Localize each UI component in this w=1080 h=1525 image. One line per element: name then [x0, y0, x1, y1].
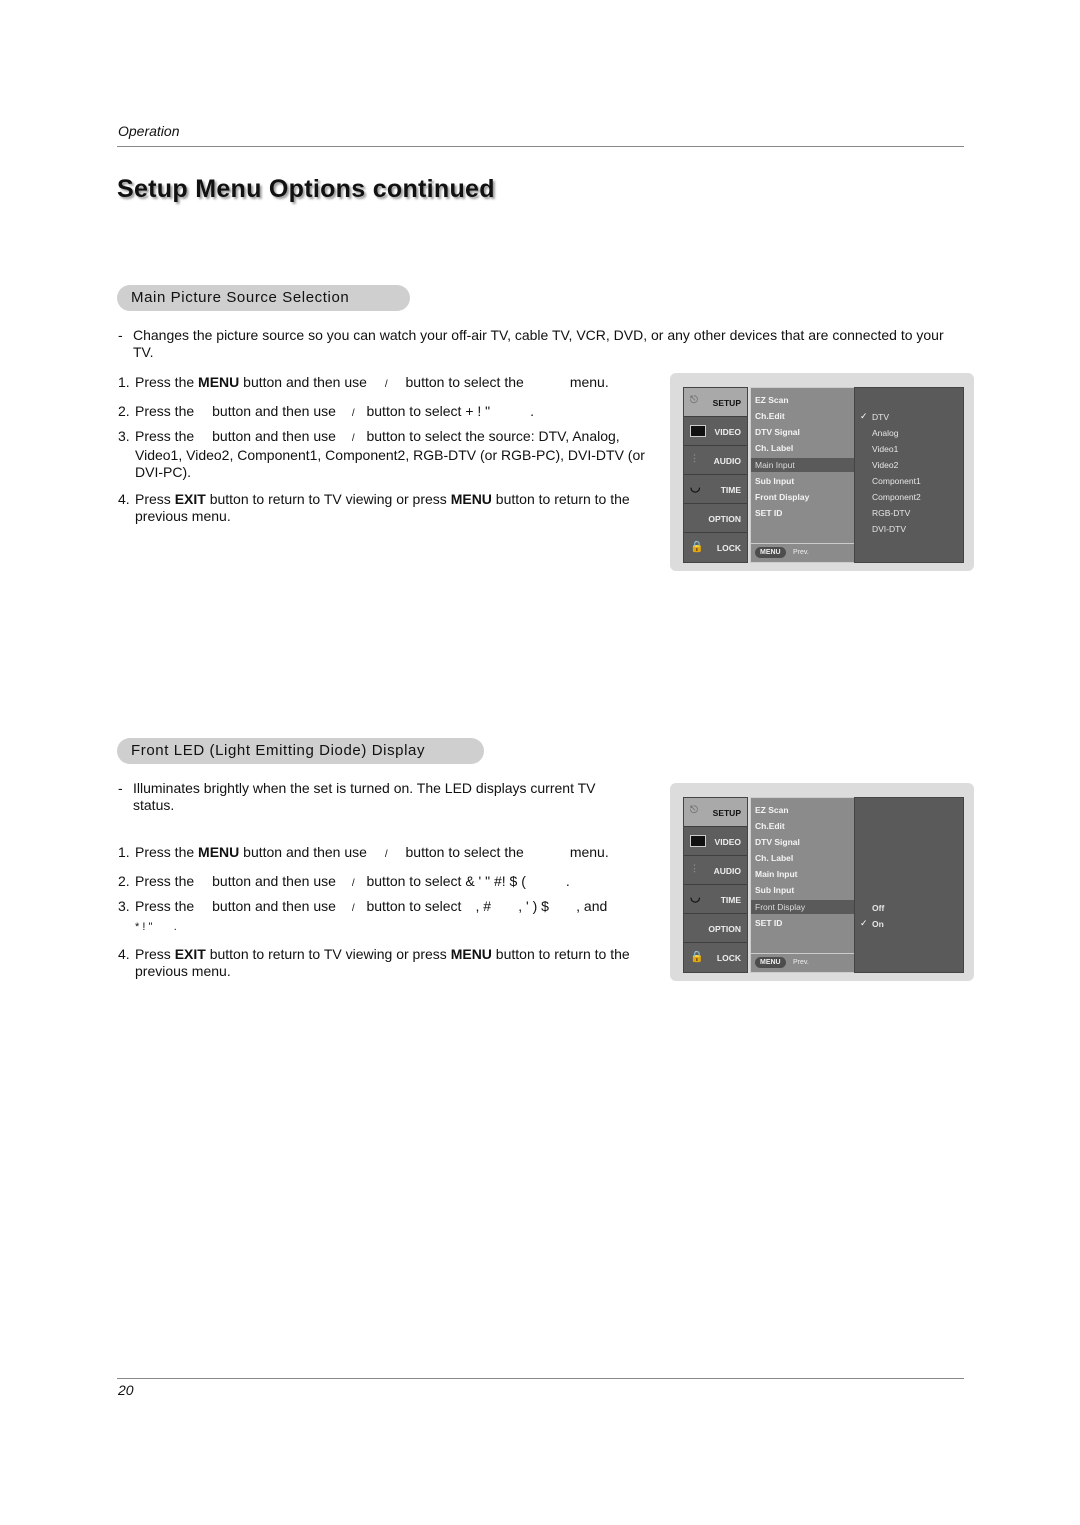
osd-item-sub-input[interactable]: Sub Input	[755, 885, 794, 895]
prev-label: Prev.	[793, 549, 809, 556]
checkmark-icon: ✓	[860, 411, 868, 421]
osd-option-analog[interactable]: Analog	[872, 428, 898, 438]
osd-item-front-display[interactable]: Front Display	[755, 492, 809, 502]
step-3: 3. Press the button and then use / button…	[118, 428, 645, 480]
step-4: 4. Press EXIT button to return to TV vie…	[118, 491, 630, 524]
osd-menu-list: EZ Scan Ch.Edit DTV Signal Ch. Label Mai…	[750, 797, 859, 973]
osd-options-panel: Off ✓ On	[854, 797, 964, 973]
osd-tab-lock[interactable]: 🔒 LOCK	[684, 943, 747, 971]
osd-item-ch-edit[interactable]: Ch.Edit	[755, 411, 785, 421]
running-head: Operation	[118, 123, 180, 139]
osd-tab-audio[interactable]: ⋮ AUDIO	[684, 856, 747, 885]
osd-item-sub-input[interactable]: Sub Input	[755, 476, 794, 486]
padlock-icon: 🔒	[690, 541, 704, 553]
osd-menu-front-display: ⎋ SETUP VIDEO ⋮ AUDIO ◡ TIME OPTION 🔒 LOCK E…	[670, 783, 974, 981]
menu-button[interactable]: MENU	[755, 957, 786, 968]
osd-option-video1[interactable]: Video1	[872, 444, 898, 454]
osd-tab-lock[interactable]: 🔒 LOCK	[684, 533, 747, 561]
osd-menu-main-input: ⎋ SETUP VIDEO ⋮ AUDIO ◡ TIME OPTION 🔒 LOCK E…	[670, 373, 974, 571]
step-3: 3. Press the button and then use / button…	[118, 898, 608, 933]
tv-screen-icon	[690, 425, 706, 437]
padlock-icon: 🔒	[690, 951, 704, 963]
antenna-icon: ⎋	[690, 395, 698, 406]
menu-button[interactable]: MENU	[755, 547, 786, 558]
osd-tab-audio[interactable]: ⋮ AUDIO	[684, 446, 747, 475]
osd-item-dtv-signal[interactable]: DTV Signal	[755, 837, 800, 847]
osd-item-ch-label[interactable]: Ch. Label	[755, 443, 793, 453]
osd-prev-bar: MENU Prev.	[750, 543, 856, 563]
prev-label: Prev.	[793, 959, 809, 966]
section-heading-front-led-display: Front LED (Light Emitting Diode) Display	[117, 738, 484, 764]
osd-item-dtv-signal[interactable]: DTV Signal	[755, 427, 800, 437]
osd-prev-bar: MENU Prev.	[750, 953, 856, 973]
clock-icon: ◡	[690, 480, 701, 494]
step-1: 1. Press the MENU button and then use / …	[118, 844, 609, 860]
osd-item-ch-edit[interactable]: Ch.Edit	[755, 821, 785, 831]
osd-option-component1[interactable]: Component1	[872, 476, 921, 486]
step-2: 2. Press the button and then use / button…	[118, 873, 570, 889]
step-2: 2. Press the button and then use / button…	[118, 403, 535, 419]
osd-option-component2[interactable]: Component2	[872, 492, 921, 502]
tv-screen-icon	[690, 835, 706, 847]
osd-tab-option[interactable]: OPTION	[684, 504, 747, 533]
osd-tab-video[interactable]: VIDEO	[684, 417, 747, 446]
bullet-dash: -	[118, 780, 123, 796]
osd-options-panel: ✓ DTV Analog Video1 Video2 Component1 Co…	[854, 387, 964, 563]
steps-list: 1. Press the MENU button and then use / …	[118, 844, 650, 990]
osd-item-main-input[interactable]: Main Input	[755, 869, 798, 879]
bullet-dash: -	[118, 327, 123, 343]
osd-menu-list: EZ Scan Ch.Edit DTV Signal Ch. Label Mai…	[750, 387, 859, 563]
osd-tab-time[interactable]: ◡ TIME	[684, 885, 747, 914]
osd-item-set-id[interactable]: SET ID	[755, 508, 782, 518]
osd-item-ez-scan[interactable]: EZ Scan	[755, 805, 789, 815]
header-rule	[117, 146, 964, 147]
osd-tab-column: ⎋ SETUP VIDEO ⋮ AUDIO ◡ TIME OPTION 🔒 LOCK	[683, 797, 748, 973]
osd-option-on[interactable]: On	[872, 919, 884, 929]
footer-rule	[117, 1378, 964, 1379]
osd-option-dtv[interactable]: DTV	[872, 412, 889, 422]
clock-icon: ◡	[690, 890, 701, 904]
osd-tab-setup[interactable]: ⎋ SETUP	[684, 388, 747, 417]
osd-option-video2[interactable]: Video2	[872, 460, 898, 470]
osd-item-main-input[interactable]: Main Input	[751, 458, 859, 472]
osd-option-dvi-dtv[interactable]: DVI-DTV	[872, 524, 906, 534]
osd-tab-option[interactable]: OPTION	[684, 914, 747, 943]
step-4: 4. Press EXIT button to return to TV vie…	[118, 946, 630, 979]
osd-option-off[interactable]: Off	[872, 903, 884, 913]
osd-tab-setup[interactable]: ⎋ SETUP	[684, 798, 747, 827]
osd-option-rgb-dtv[interactable]: RGB-DTV	[872, 508, 910, 518]
section-description: - Changes the picture source so you can …	[118, 327, 944, 360]
osd-item-set-id[interactable]: SET ID	[755, 918, 782, 928]
step-1: 1. Press the MENU button and then use / …	[118, 374, 609, 390]
antenna-icon: ⎋	[690, 805, 698, 816]
osd-item-ch-label[interactable]: Ch. Label	[755, 853, 793, 863]
speaker-icon: ⋮	[690, 863, 699, 873]
osd-tab-column: ⎋ SETUP VIDEO ⋮ AUDIO ◡ TIME OPTION 🔒 LOCK	[683, 387, 748, 563]
osd-tab-time[interactable]: ◡ TIME	[684, 475, 747, 504]
section-description: - Illuminates brightly when the set is t…	[118, 780, 596, 813]
osd-tab-video[interactable]: VIDEO	[684, 827, 747, 856]
page-title: Setup Menu Options continued	[117, 175, 495, 203]
page-number: 20	[118, 1382, 134, 1398]
osd-item-front-display[interactable]: Front Display	[751, 900, 859, 914]
steps-list: 1. Press the MENU button and then use / …	[118, 374, 650, 535]
osd-item-ez-scan[interactable]: EZ Scan	[755, 395, 789, 405]
checkmark-icon: ✓	[860, 918, 868, 928]
speaker-icon: ⋮	[690, 453, 699, 463]
section-heading-main-picture-source: Main Picture Source Selection	[117, 285, 410, 311]
